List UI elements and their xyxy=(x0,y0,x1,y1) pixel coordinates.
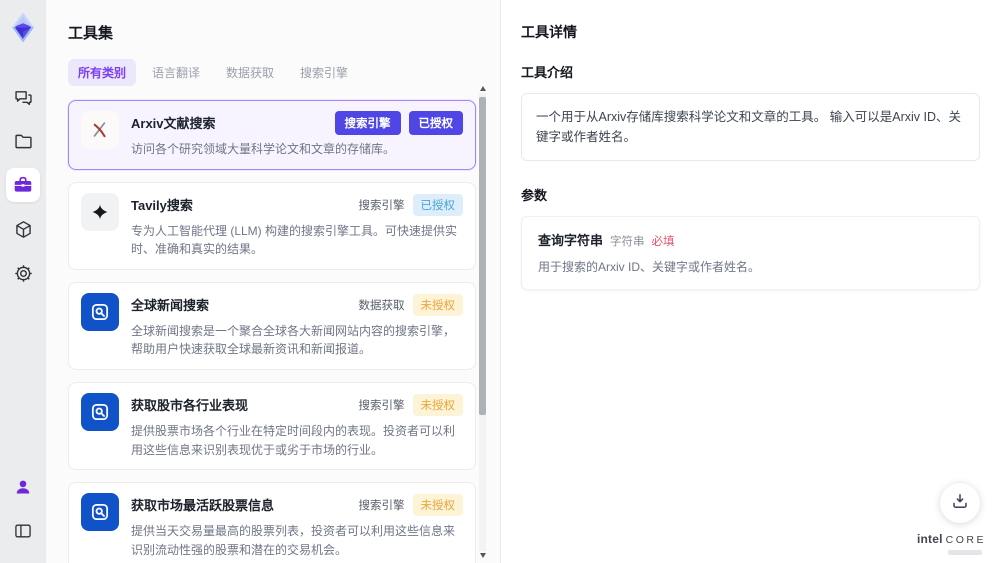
tab-label: 搜索引擎 xyxy=(300,66,349,80)
scroll-down-icon[interactable] xyxy=(479,553,486,558)
param-list: 查询字符串 字符串 必填 用于搜索的Arxiv ID、关键字或作者姓名。 xyxy=(521,216,980,290)
params-heading: 参数 xyxy=(521,188,548,203)
category-tab-active[interactable]: 所有类别 xyxy=(68,59,137,86)
scrollbar-thumb[interactable] xyxy=(479,97,486,415)
auth-status-badge: 未授权 xyxy=(412,393,463,416)
category-badge: 搜索引擎 xyxy=(358,500,405,513)
sidebar-item-models[interactable] xyxy=(6,212,40,246)
tool-card-body: 获取股市各行业表现 搜索引擎 未授权 提供股票市场各个行业在特定时间段内的表现。… xyxy=(131,393,463,459)
left-icon-rail xyxy=(0,0,46,563)
param-type: 字符串 xyxy=(610,236,645,248)
tool-badges: 搜索引擎 未授权 xyxy=(351,393,463,417)
sidebar-item-settings[interactable] xyxy=(6,256,40,290)
scroll-up-icon[interactable] xyxy=(479,86,486,91)
param-card: 查询字符串 字符串 必填 用于搜索的Arxiv ID、关键字或作者姓名。 xyxy=(521,216,980,290)
list-scrollbar[interactable] xyxy=(478,86,487,558)
folder-icon xyxy=(13,131,34,152)
cube-icon xyxy=(13,219,34,240)
category-badge: 数据获取 xyxy=(358,299,405,312)
detail-title: 工具详情 xyxy=(521,24,577,40)
auth-status-badge: 未授权 xyxy=(412,494,463,517)
tool-title: 全球新闻搜索 xyxy=(131,297,210,313)
tab-label: 所有类别 xyxy=(78,66,127,80)
tool-card-body: 获取市场最活跃股票信息 搜索引擎 未授权 提供当天交易量最高的股票列表，投资者可… xyxy=(131,493,463,559)
tool-title: Arxiv文献搜索 xyxy=(131,116,216,131)
sidebar-item-files[interactable] xyxy=(6,124,40,158)
tool-description: 访问各个研究领域大量科学论文和文章的存储库。 xyxy=(131,142,396,156)
param-required-badge: 必填 xyxy=(651,236,675,248)
news-search-logo xyxy=(81,493,119,532)
intel-wordmark: intel xyxy=(916,532,943,547)
download-icon xyxy=(950,491,970,516)
scrollbar-track[interactable] xyxy=(479,93,486,551)
tool-badges: 搜索引擎 未授权 xyxy=(351,493,463,517)
tool-description: 专为人工智能代理 (LLM) 构建的搜索引擎工具。可快速提供实时、准确和真实的结… xyxy=(131,223,458,257)
core-wordmark: CORE xyxy=(945,534,986,547)
category-badge: 搜索引擎 xyxy=(358,399,405,412)
sidebar-item-profile[interactable] xyxy=(6,470,40,504)
chat-icon xyxy=(13,87,34,108)
sidebar-item-tools[interactable] xyxy=(6,168,40,202)
tool-description: 提供股票市场各个行业在特定时间段内的表现。投资者可以利用这些信息来识别表现优于或… xyxy=(131,423,456,457)
tool-title: Tavily搜索 xyxy=(131,197,193,213)
tool-detail-panel: 工具详情 工具介绍 一个用于从Arxiv存储库搜索科学论文和文章的工具。 输入可… xyxy=(500,0,1000,563)
tool-card[interactable]: 获取股市各行业表现 搜索引擎 未授权 提供股票市场各个行业在特定时间段内的表现。… xyxy=(68,381,476,471)
tool-card[interactable]: 全球新闻搜索 数据获取 未授权 全球新闻搜索是一个聚合全球各大新闻网站内容的搜索… xyxy=(68,281,476,370)
panel-icon xyxy=(13,521,33,541)
page-title: 工具集 xyxy=(68,25,114,42)
tool-card-body: 全球新闻搜索 数据获取 未授权 全球新闻搜索是一个聚合全球各大新闻网站内容的搜索… xyxy=(131,293,463,359)
tool-card-body: Arxiv文献搜索 搜索引擎 已授权 访问各个研究领域大量科学论文和文章的存储库… xyxy=(131,111,463,159)
category-tab-inactive[interactable]: 数据获取 xyxy=(216,59,284,86)
auth-status-badge: 已授权 xyxy=(412,193,463,216)
param-name: 查询字符串 xyxy=(538,233,604,248)
tool-card[interactable]: 获取市场最活跃股票信息 搜索引擎 未授权 提供当天交易量最高的股票列表，投资者可… xyxy=(68,482,476,563)
category-tabs: 所有类别 语言翻译 数据获取 搜索引擎 xyxy=(68,59,470,86)
tool-badges: 搜索引擎 已授权 xyxy=(327,111,463,135)
tool-badges: 搜索引擎 已授权 xyxy=(351,193,463,217)
tool-title: 获取股市各行业表现 xyxy=(131,397,249,413)
sidebar-item-collapse[interactable] xyxy=(6,514,40,548)
intel-core-logo: intel CORE xyxy=(917,533,986,555)
tool-card[interactable]: Arxiv文献搜索 搜索引擎 已授权 访问各个研究领域大量科学论文和文章的存储库… xyxy=(68,100,476,170)
user-icon xyxy=(13,477,33,497)
rail-bottom-nav xyxy=(6,465,40,553)
sparkle-logo xyxy=(81,192,119,231)
arxiv-logo xyxy=(81,111,119,149)
tool-list-panel: 工具集 所有类别 语言翻译 数据获取 搜索引擎 Arxiv文献搜索 搜索引擎 已… xyxy=(46,0,500,563)
category-badge: 搜索引擎 xyxy=(358,199,405,212)
category-tab-inactive[interactable]: 搜索引擎 xyxy=(290,59,358,86)
news-search-logo xyxy=(81,292,119,331)
tool-card[interactable]: Tavily搜索 搜索引擎 已授权 专为人工智能代理 (LLM) 构建的搜索引擎… xyxy=(68,181,476,270)
tool-card-list: Arxiv文献搜索 搜索引擎 已授权 访问各个研究领域大量科学论文和文章的存储库… xyxy=(68,100,476,563)
tool-intro-text: 一个用于从Arxiv存储库搜索科学论文和文章的工具。 输入可以是Arxiv ID… xyxy=(521,93,980,161)
tool-card-body: Tavily搜索 搜索引擎 已授权 专为人工智能代理 (LLM) 构建的搜索引擎… xyxy=(131,193,463,259)
app-logo xyxy=(7,9,39,45)
sidebar-item-chat[interactable] xyxy=(6,80,40,114)
category-tab-inactive[interactable]: 语言翻译 xyxy=(142,59,210,86)
briefcase-icon xyxy=(12,174,34,196)
tab-label: 语言翻译 xyxy=(152,66,201,80)
tool-title: 获取市场最活跃股票信息 xyxy=(131,498,275,514)
tool-badges: 数据获取 未授权 xyxy=(351,293,463,317)
gear-icon xyxy=(13,263,34,284)
category-badge: 搜索引擎 xyxy=(334,111,401,135)
param-description: 用于搜索的Arxiv ID、关键字或作者姓名。 xyxy=(538,260,761,274)
auth-status-badge: 未授权 xyxy=(412,293,463,316)
tool-description: 全球新闻搜索是一个聚合全球各大新闻网站内容的搜索引擎，帮助用户快速获取全球最新资… xyxy=(131,323,456,357)
download-button[interactable] xyxy=(940,483,980,523)
auth-status-badge: 已授权 xyxy=(408,111,463,135)
intel-sub-badge xyxy=(948,550,982,555)
news-search-logo xyxy=(81,392,119,431)
tool-description: 提供当天交易量最高的股票列表，投资者可以利用这些信息来识别流动性强的股票和潜在的… xyxy=(131,524,456,557)
rail-nav xyxy=(6,75,40,295)
tab-label: 数据获取 xyxy=(226,66,275,80)
intro-heading: 工具介绍 xyxy=(521,65,574,80)
